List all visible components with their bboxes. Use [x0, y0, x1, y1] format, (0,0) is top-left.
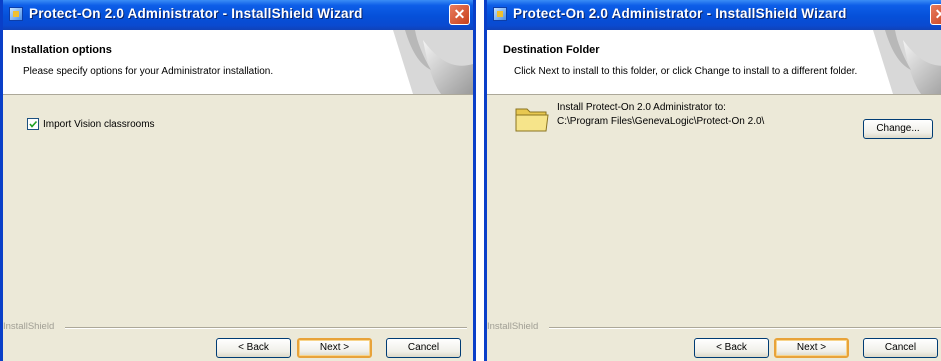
title-bar[interactable]: Protect-On 2.0 Administrator - InstallSh… — [3, 0, 473, 30]
close-button[interactable]: ✕ — [930, 4, 941, 25]
wizard-content: Import Vision classrooms — [3, 95, 473, 361]
install-destination-label: Install Protect-On 2.0 Administrator to: — [557, 102, 726, 113]
import-vision-classrooms-checkbox[interactable] — [27, 118, 39, 130]
footer-divider — [65, 327, 467, 329]
close-button[interactable]: ✕ — [449, 4, 470, 25]
wizard-header: Installation options Please specify opti… — [3, 30, 473, 95]
page-curl-graphic — [393, 30, 473, 94]
installshield-branding: InstallShield — [487, 321, 539, 332]
wizard-header: Destination Folder Click Next to install… — [487, 30, 941, 95]
checkmark-icon — [29, 120, 38, 128]
next-button[interactable]: Next > — [774, 338, 849, 358]
title-bar[interactable]: Protect-On 2.0 Administrator - InstallSh… — [487, 0, 941, 30]
installshield-window-destination-folder: Protect-On 2.0 Administrator - InstallSh… — [484, 0, 941, 361]
window-title: Protect-On 2.0 Administrator - InstallSh… — [29, 6, 363, 21]
next-button[interactable]: Next > — [297, 338, 372, 358]
page-title: Destination Folder — [503, 44, 600, 56]
installshield-window-installation-options: Protect-On 2.0 Administrator - InstallSh… — [0, 0, 476, 361]
back-button[interactable]: < Back — [694, 338, 769, 358]
page-title: Installation options — [11, 44, 112, 56]
wizard-content: Install Protect-On 2.0 Administrator to:… — [487, 95, 941, 361]
page-description: Please specify options for your Administ… — [23, 66, 274, 77]
page-description: Click Next to install to this folder, or… — [514, 66, 858, 77]
footer-divider — [549, 327, 941, 329]
cancel-button[interactable]: Cancel — [863, 338, 938, 358]
installer-icon[interactable] — [493, 7, 507, 21]
checkbox-label: Import Vision classrooms — [43, 118, 155, 130]
cancel-button[interactable]: Cancel — [386, 338, 461, 358]
change-folder-button[interactable]: Change... — [863, 119, 933, 139]
page-curl-graphic — [873, 30, 941, 94]
installshield-branding: InstallShield — [3, 321, 55, 332]
folder-icon — [515, 108, 549, 132]
back-button[interactable]: < Back — [216, 338, 291, 358]
destination-folder-path: C:\Program Files\GenevaLogic\Protect-On … — [557, 116, 765, 127]
installer-icon[interactable] — [9, 7, 23, 21]
window-title: Protect-On 2.0 Administrator - InstallSh… — [513, 6, 847, 21]
import-vision-classrooms-option[interactable]: Import Vision classrooms — [27, 118, 155, 130]
